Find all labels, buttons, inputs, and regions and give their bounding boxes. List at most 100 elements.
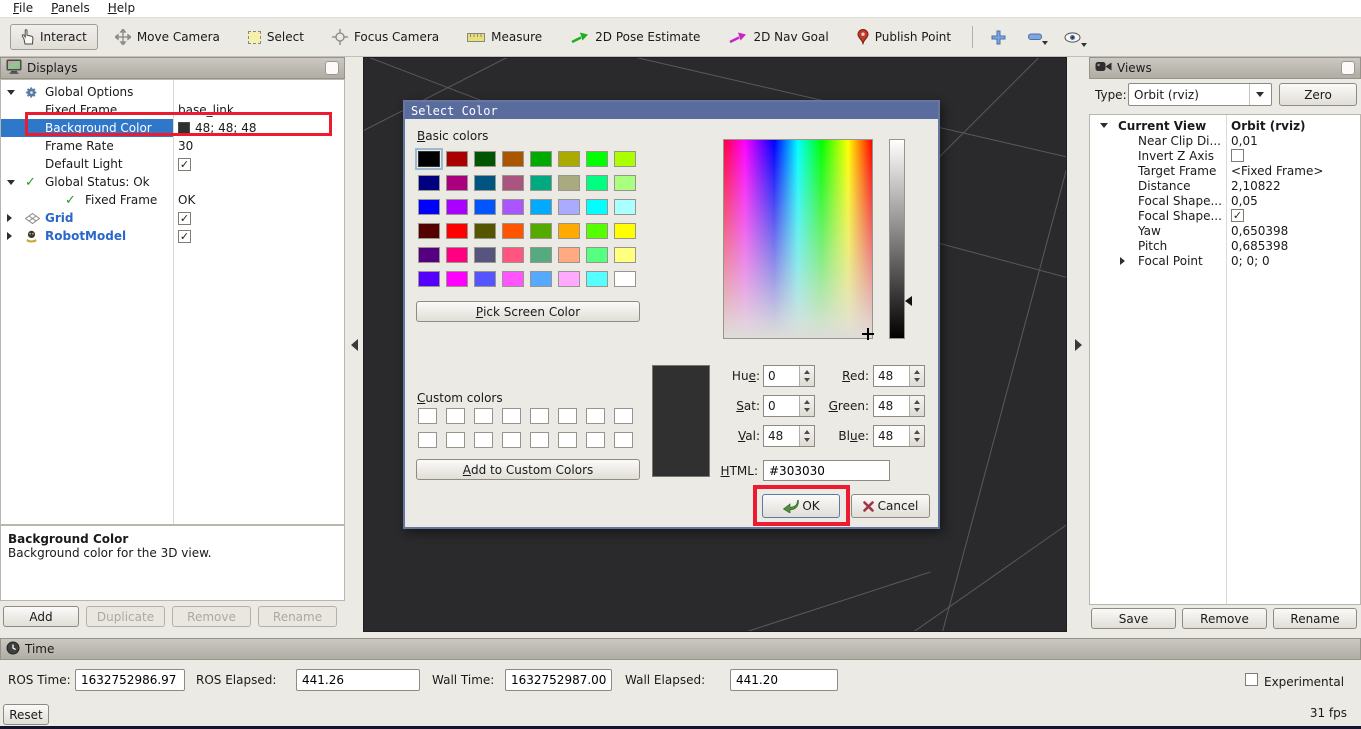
basic-color-swatch[interactable]	[474, 199, 496, 215]
tree-row-value[interactable]: 2,10822	[1231, 179, 1281, 193]
tool-button-measure[interactable]: Measure	[456, 25, 553, 49]
displays-float-button[interactable]	[325, 61, 339, 75]
tree-row[interactable]: Target Frame<Fixed Frame>	[1090, 163, 1360, 178]
tree-row-value[interactable]: ✓	[1231, 209, 1244, 222]
tree-row[interactable]: Global Options	[1, 83, 344, 101]
checkbox-checked[interactable]: ✓	[178, 158, 191, 171]
basic-color-swatch[interactable]	[474, 151, 496, 167]
checkbox-checked[interactable]: ✓	[178, 212, 191, 225]
tree-row[interactable]: ✓Global Status: Ok	[1, 173, 344, 191]
right-panel-collapse-handle[interactable]	[1067, 57, 1089, 632]
hue-saturation-gradient[interactable]	[723, 139, 873, 339]
tree-row[interactable]: Invert Z Axis	[1090, 148, 1360, 163]
tree-row-value[interactable]: OK	[178, 193, 195, 207]
tool-button-focus-camera[interactable]: Focus Camera	[321, 24, 450, 50]
view-type-combobox[interactable]: Orbit (rviz)	[1128, 83, 1272, 106]
spinner-arrows-icon[interactable]	[909, 426, 924, 446]
views-float-button[interactable]	[1341, 61, 1355, 75]
tree-row[interactable]: Frame Rate30	[1, 137, 344, 155]
tree-row[interactable]: Pitch0,685398	[1090, 238, 1360, 253]
experimental-checkbox[interactable]	[1245, 673, 1258, 686]
basic-color-swatch[interactable]	[446, 223, 468, 239]
basic-color-swatch[interactable]	[614, 175, 636, 191]
basic-color-swatch[interactable]	[586, 247, 608, 263]
remove-button[interactable]: Remove	[1182, 608, 1267, 629]
basic-color-swatch[interactable]	[614, 223, 636, 239]
custom-color-swatch[interactable]	[502, 408, 521, 424]
tree-row[interactable]: Current ViewOrbit (rviz)	[1090, 118, 1360, 133]
expander-down-icon[interactable]	[1100, 123, 1108, 128]
tool-button-nav-goal[interactable]: 2D Nav Goal	[717, 25, 839, 49]
tree-row-value[interactable]: 0,01	[1231, 134, 1258, 148]
basic-color-swatch[interactable]	[418, 271, 440, 287]
basic-color-swatch[interactable]	[530, 151, 552, 167]
basic-color-swatch[interactable]	[474, 175, 496, 191]
expander-right-icon[interactable]	[7, 214, 12, 222]
basic-color-swatch[interactable]	[586, 223, 608, 239]
tree-row[interactable]: Background Color48; 48; 48	[1, 119, 344, 137]
green-spinbox[interactable]: 48	[873, 395, 925, 417]
basic-color-swatch[interactable]	[418, 199, 440, 215]
tree-row-value[interactable]: 48; 48; 48	[178, 121, 257, 135]
tree-row-value[interactable]: 0,685398	[1231, 239, 1288, 253]
tool-button-zoom-out[interactable]	[1020, 28, 1050, 46]
custom-color-swatch[interactable]	[446, 432, 465, 448]
blue-spinbox[interactable]: 48	[873, 425, 925, 447]
custom-color-swatch[interactable]	[474, 432, 493, 448]
tree-row-value[interactable]: 0,05	[1231, 194, 1258, 208]
custom-color-swatch[interactable]	[558, 408, 577, 424]
basic-color-swatch[interactable]	[558, 271, 580, 287]
basic-color-swatch[interactable]	[614, 247, 636, 263]
expander-right-icon[interactable]	[1120, 257, 1125, 265]
basic-color-swatch[interactable]	[418, 223, 440, 239]
custom-color-swatch[interactable]	[530, 408, 549, 424]
custom-color-swatch[interactable]	[446, 408, 465, 424]
basic-color-swatch[interactable]	[530, 175, 552, 191]
tree-row-value[interactable]: 0,650398	[1231, 224, 1288, 238]
basic-color-swatch[interactable]	[614, 271, 636, 287]
custom-color-swatch[interactable]	[474, 408, 493, 424]
checkbox-checked[interactable]: ✓	[1231, 209, 1244, 222]
red-spinbox[interactable]: 48	[873, 365, 925, 387]
custom-color-swatch[interactable]	[418, 408, 437, 424]
reset-button[interactable]: Reset	[3, 704, 49, 725]
checkbox-unchecked[interactable]	[1231, 149, 1244, 162]
tree-row[interactable]: Grid✓	[1, 209, 344, 227]
menu-item-file[interactable]: File	[4, 0, 42, 18]
basic-color-swatch[interactable]	[502, 247, 524, 263]
tree-row[interactable]: Distance2,10822	[1090, 178, 1360, 193]
expander-down-icon[interactable]	[7, 180, 15, 185]
basic-color-swatch[interactable]	[558, 247, 580, 263]
basic-color-swatch[interactable]	[418, 175, 440, 191]
left-panel-collapse-handle[interactable]	[345, 57, 363, 632]
tree-row[interactable]: Focal Shape...✓	[1090, 208, 1360, 223]
value-slider-arrow-icon[interactable]	[905, 296, 912, 306]
tree-row-value[interactable]: 0; 0; 0	[1231, 254, 1270, 268]
basic-color-swatch[interactable]	[446, 271, 468, 287]
tool-button-pose-estimate[interactable]: 2D Pose Estimate	[559, 25, 711, 49]
tree-row-value[interactable]: ✓	[178, 230, 191, 243]
basic-color-swatch[interactable]	[586, 175, 608, 191]
time-field-input[interactable]	[730, 669, 838, 691]
tree-row-value[interactable]	[1231, 149, 1244, 162]
basic-color-swatch[interactable]	[558, 175, 580, 191]
basic-color-swatch[interactable]	[530, 271, 552, 287]
custom-color-swatch[interactable]	[586, 408, 605, 424]
custom-color-swatch[interactable]	[586, 432, 605, 448]
custom-color-swatch[interactable]	[418, 432, 437, 448]
cancel-button[interactable]: Cancel	[851, 494, 930, 518]
expander-right-icon[interactable]	[7, 232, 12, 240]
basic-color-swatch[interactable]	[586, 199, 608, 215]
basic-color-swatch[interactable]	[418, 151, 440, 167]
tree-row[interactable]: Default Light✓	[1, 155, 344, 173]
menu-item-help[interactable]: Help	[99, 0, 144, 18]
tool-button-publish-point[interactable]: Publish Point	[846, 24, 962, 50]
basic-color-swatch[interactable]	[446, 199, 468, 215]
tool-button-interact[interactable]: Interact	[10, 24, 98, 50]
tree-row[interactable]: Yaw0,650398	[1090, 223, 1360, 238]
value-slider[interactable]	[889, 139, 905, 339]
tree-row-value[interactable]: 30	[178, 139, 193, 153]
time-field-input[interactable]	[75, 669, 185, 691]
basic-color-swatch[interactable]	[474, 223, 496, 239]
custom-color-swatch[interactable]	[558, 432, 577, 448]
